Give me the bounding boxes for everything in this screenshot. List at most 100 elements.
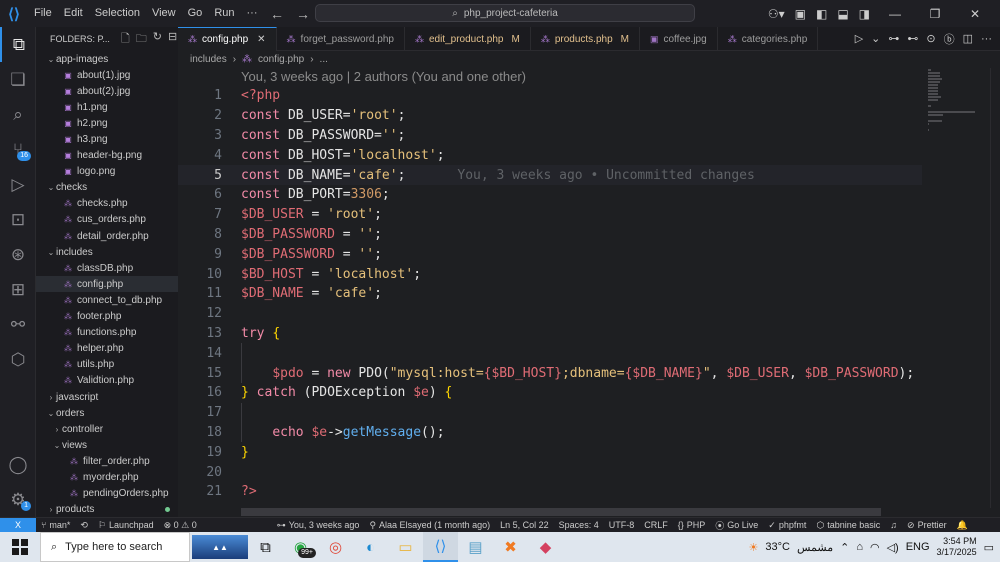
tree-file[interactable]: ⁂ checks.php [36, 196, 178, 212]
files-icon[interactable]: ❏ [0, 62, 36, 97]
restore-button[interactable]: ❐ [920, 7, 950, 21]
menu-item[interactable]: Edit [58, 0, 89, 27]
code-line[interactable]: 19} [178, 442, 922, 462]
tree-file[interactable]: ▣ h2.png [36, 115, 178, 131]
tree-folder[interactable]: ⌄ app-images [36, 51, 178, 67]
collapse-all-icon[interactable]: ⊟ [168, 30, 177, 49]
more-actions-icon[interactable]: ··· [981, 33, 992, 45]
code-editor[interactable]: You, 3 weeks ago | 2 authors (You and on… [178, 68, 922, 508]
git-gui-icon[interactable]: ◆ [528, 532, 563, 562]
tree-folder[interactable]: ⌄ views [36, 437, 178, 453]
tree-file[interactable]: ⁂ cus_orders.php [36, 212, 178, 228]
tree-file[interactable]: ▣ about(2).jpg [36, 83, 178, 99]
forward-arrow-icon[interactable]: → [296, 6, 310, 22]
tabnine-status[interactable]: ⬡ tabnine basic [811, 520, 885, 531]
tree-file[interactable]: ▣ about(1).jpg [36, 67, 178, 83]
minimap[interactable] [922, 68, 990, 508]
notepad-icon[interactable]: ▤ [458, 532, 493, 562]
language-status[interactable]: {} PHP [673, 520, 711, 530]
edge-icon[interactable]: ◐ [353, 532, 388, 562]
tree-folder[interactable]: ⌄ checks [36, 180, 178, 196]
language-indicator[interactable]: ENG [906, 541, 930, 553]
remote-explorer-icon[interactable]: ⊡ [0, 202, 36, 237]
breadcrumb-symbols[interactable]: ... [320, 54, 328, 65]
editor-tab[interactable]: ▣ coffee.jpg [640, 27, 718, 51]
tree-file[interactable]: ⁂ classDB.php [36, 260, 178, 276]
editor-tab[interactable]: ⁂ categories.php [718, 27, 819, 51]
tree-file[interactable]: ⁂ footer.php [36, 309, 178, 325]
prettier-status[interactable]: ⊘ Prettier [902, 520, 952, 531]
refresh-icon[interactable]: ↻ [153, 30, 162, 49]
code-line[interactable]: 6 const DB_PORT=3306; [178, 185, 922, 205]
vscode-taskbar-icon[interactable]: ⟨⟩ [423, 532, 458, 562]
task-view-icon[interactable]: ⧉ [248, 532, 283, 562]
tree-file[interactable]: ⁂ functions.php [36, 325, 178, 341]
run-debug-icon[interactable]: ▷ [0, 167, 36, 202]
code-line[interactable]: 12 [178, 304, 922, 324]
tree-folder[interactable]: ⌄ orders [36, 405, 178, 421]
menu-item[interactable]: ··· [241, 0, 264, 27]
whatsapp-icon[interactable]: ◉99+ [283, 532, 318, 562]
tree-file[interactable]: ⁂ detail_order.php [36, 228, 178, 244]
code-line[interactable]: 20 [178, 462, 922, 482]
gitlens-icon[interactable]: ⊛ [0, 237, 36, 272]
tree-file[interactable]: ▣ h1.png [36, 99, 178, 115]
editor-tab[interactable]: ⁂ forget_password.php [277, 27, 405, 51]
inline-blame[interactable]: You, 3 weeks ago • Uncommitted changes [457, 168, 754, 183]
code-line[interactable]: 13 try { [178, 324, 922, 344]
command-center[interactable]: ⌕ php_project-cafeteria [315, 4, 695, 22]
tree-folder[interactable]: › controller [36, 421, 178, 437]
account-icon[interactable]: ◯ [0, 447, 36, 482]
tree-file[interactable]: ⁂ connect_to_db.php [36, 292, 178, 308]
code-line[interactable]: 18 echo $e->getMessage(); [178, 423, 922, 443]
open-changes-icon[interactable]: ⊙ [926, 32, 935, 45]
indentation-status[interactable]: Spaces: 4 [554, 520, 604, 530]
tabnine-icon[interactable]: ⬡ [0, 342, 36, 377]
go-back-blame-icon[interactable]: ⊶ [888, 32, 899, 45]
remote-indicator[interactable]: X [0, 517, 36, 533]
code-line[interactable]: 5 const DB_NAME='cafe'; You, 3 weeks ago •… [178, 165, 922, 185]
live-share-icon[interactable]: ⚯ [0, 307, 36, 342]
eol-status[interactable]: CRLF [639, 520, 673, 530]
tree-folder[interactable]: ⌄ includes [36, 244, 178, 260]
horizontal-scrollbar[interactable] [241, 508, 881, 516]
menu-item[interactable]: View [146, 0, 182, 27]
menu-item[interactable]: Run [208, 0, 240, 27]
notifications-icon[interactable]: 🔔 [952, 520, 973, 531]
explorer-icon[interactable]: ⧉ [0, 27, 36, 62]
tree-file[interactable]: ⁂ helper.php [36, 341, 178, 357]
windows-start-icon[interactable] [0, 532, 40, 562]
source-control-icon[interactable]: ⑂ 16 [0, 132, 36, 167]
close-tab-icon[interactable]: ✕ [257, 34, 265, 45]
code-line[interactable]: 17 [178, 403, 922, 423]
tree-file[interactable]: ▣ logo.png [36, 164, 178, 180]
chevron-up-icon[interactable]: ⌃ [840, 541, 849, 554]
volume-icon[interactable]: ◁) [887, 541, 899, 554]
code-line[interactable]: 1 <?php [178, 86, 922, 106]
tree-file[interactable]: ⁂ Validtion.php [36, 373, 178, 389]
taskbar-search[interactable]: ⌕ Type here to search [40, 532, 190, 562]
code-line[interactable]: 15 $pdo = new PDO("mysql:host={$BD_HOST}… [178, 363, 922, 383]
split-editor-icon[interactable]: ◫ [963, 32, 973, 45]
breadcrumb-folder[interactable]: includes [190, 54, 227, 65]
new-folder-icon[interactable]: 🗀 [136, 30, 147, 49]
code-line[interactable]: 14 [178, 343, 922, 363]
tree-file[interactable]: ⁂ config.php [36, 276, 178, 293]
gitlens-inspect-icon[interactable]: ⓑ [944, 31, 955, 47]
code-line[interactable]: 11 $DB_NAME = 'cafe'; [178, 284, 922, 304]
menu-item[interactable]: Selection [89, 0, 146, 27]
settings-gear-icon[interactable]: ⚙ 1 [0, 482, 36, 517]
search-activity-icon[interactable]: ⌕ [0, 97, 36, 132]
problems-status[interactable]: ⊗ 0 ⚠ 0 [159, 520, 202, 531]
notification-center-icon[interactable]: ▭ [984, 541, 994, 554]
cursor-position[interactable]: Ln 5, Col 22 [495, 520, 554, 530]
editor-tab[interactable]: ⁂ products.php M [531, 27, 640, 51]
blame-status[interactable]: ⊶ You, 3 weeks ago [272, 520, 365, 531]
weather-label[interactable]: مشمس [797, 541, 833, 554]
file-explorer-icon[interactable]: ▭ [388, 532, 423, 562]
layout-icon[interactable]: ▣ [795, 7, 806, 21]
xampp-icon[interactable]: ✖ [493, 532, 528, 562]
tree-file[interactable]: ▣ h3.png [36, 131, 178, 147]
tree-file[interactable]: ⁂ utils.php [36, 357, 178, 373]
weather-temp[interactable]: 33°C [765, 541, 790, 553]
